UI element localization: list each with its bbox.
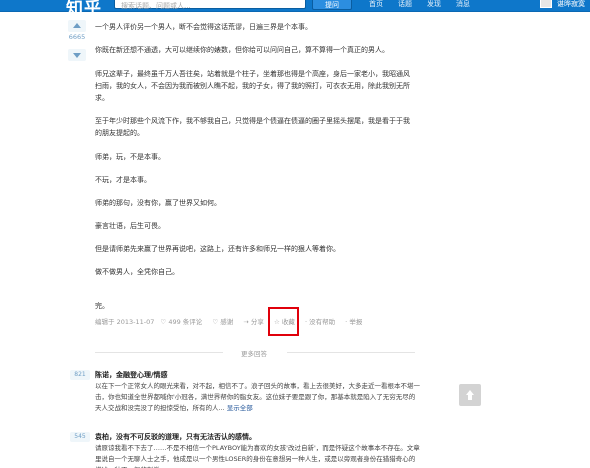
ask-question-button[interactable]: 提问 xyxy=(312,0,352,10)
nav-topics[interactable]: 话题 xyxy=(398,0,412,8)
top-nav-bar: 知乎 搜索话题、问题或人... 提问 首页 话题 发现 消息 谌晔寂寞 xyxy=(0,0,590,19)
answer-paragraph: 做不做男人，全凭你自己。 xyxy=(95,268,179,276)
search-input[interactable]: 搜索话题、问题或人... xyxy=(114,0,306,10)
thanks-link[interactable]: ♡ 感谢 xyxy=(212,318,237,326)
collect-highlight-box xyxy=(268,307,299,336)
answer-author[interactable]: 袁柏，没有不可反驳的道理，只有无法否认的感情。 xyxy=(95,432,256,442)
answer-author[interactable]: 陈诺，金融登心理/情感 xyxy=(95,370,168,380)
zhihu-logo[interactable]: 知乎 xyxy=(66,0,102,19)
nav-explore[interactable]: 发现 xyxy=(427,0,441,8)
report-link[interactable]: · 举报 xyxy=(345,318,366,326)
nav-home[interactable]: 首页 xyxy=(369,0,383,8)
answer-excerpt[interactable]: 以在下一个正常女人的眼光来看，对不起，相信不了。浪子回头的故事，看上去很美好，大… xyxy=(95,381,420,414)
unhelpful-label: 没有帮助 xyxy=(309,318,336,326)
nav-messages[interactable]: 消息 xyxy=(456,0,470,8)
answer-paragraph: 师兄这辈子，最终虽千万人吾往矣，站着就是个柱子，坐着那也得是个高座，身后一家老小… xyxy=(95,70,410,102)
vote-count: 6665 xyxy=(68,33,86,41)
answer-paragraph: 豪言壮语，后生可畏。 xyxy=(95,222,165,230)
vote-down-icon[interactable] xyxy=(68,49,86,61)
report-label: 举报 xyxy=(349,318,363,326)
comments-link[interactable]: ♡ 499 条评论 xyxy=(160,318,206,326)
thanks-label: 感谢 xyxy=(220,318,234,326)
back-to-top-icon[interactable] xyxy=(459,384,481,406)
share-link[interactable]: ⇢ 分享 xyxy=(243,318,268,326)
answer-paragraph: 一个男人评价另一个男人，断不会觉得这话荒谬，日遍三界是个本事。 xyxy=(95,23,312,31)
answer-excerpt-text: 以在下一个正常女人的眼光来看，对不起，相信不了。浪子回头的故事，看上去很美好，大… xyxy=(95,382,420,412)
answer-paragraph: 你既在新还想不通透，大可以继续你的婊数，但你给可以问问自己，算不算得一个真正的男… xyxy=(95,46,389,54)
answer-paragraph: 完。 xyxy=(95,302,109,310)
show-all-link[interactable]: 显示全部 xyxy=(227,404,253,412)
vote-up-icon[interactable] xyxy=(68,20,86,32)
more-answers-label: 更多回答 xyxy=(241,350,267,358)
answer-paragraph: 但是请师弟先来赢了世界再说吧，这路上，还有许多和师兄一样的狠人等着你。 xyxy=(95,245,340,253)
edited-date[interactable]: 编辑于 2013-11-07 xyxy=(95,318,154,326)
answer-paragraph: 师弟的那句，没有你，赢了世界又如何。 xyxy=(95,199,221,207)
answer-paragraph: 至于年少时那些个风流下作，我不够我自己，只觉得是个债逼在债逼的圈子里摇头摆尾，我… xyxy=(95,117,410,137)
avatar[interactable] xyxy=(540,0,552,8)
answer-vote-count[interactable]: 545 xyxy=(70,432,90,442)
answer-paragraph: 不玩，才是本事。 xyxy=(95,176,151,184)
answer-vote-count[interactable]: 821 xyxy=(70,370,90,380)
share-label: 分享 xyxy=(250,318,264,326)
user-name[interactable]: 谌晔寂寞 xyxy=(557,0,585,8)
answer-paragraph: 师弟，玩，不是本事。 xyxy=(95,153,165,161)
unhelpful-link[interactable]: · 没有帮助 xyxy=(305,318,339,326)
answer-meta-row: 编辑于 2013-11-07 ♡ 499 条评论 ♡ 感谢 ⇢ 分享 ☆ 收藏 … xyxy=(95,316,370,326)
answer-excerpt[interactable]: 请原谅我看不下去了……不是不相信一个PLAYBOY能为喜欢的女孩'改过自新'，而… xyxy=(95,443,420,468)
comments-label: 499 条评论 xyxy=(168,318,203,326)
